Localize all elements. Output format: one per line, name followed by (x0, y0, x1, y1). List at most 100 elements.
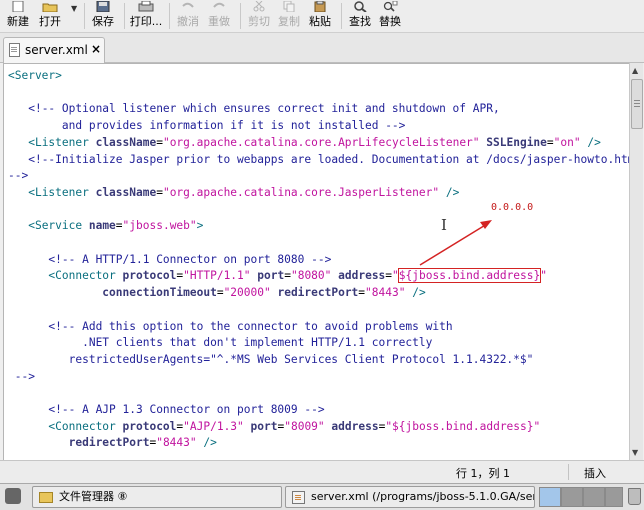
open-button[interactable]: 打开 (36, 0, 64, 32)
toolbar: 新建 打开 ▼ 保存 打印... 撤消 重做 剪切 复制 粘贴 查找 替换 (0, 0, 644, 33)
code-line-22-attr: protocol (122, 419, 177, 433)
print-label: 打印... (129, 15, 163, 28)
annotation-label: 0.0.0.0 (491, 202, 534, 213)
code-line-10-tag: <Service (28, 219, 89, 233)
text-editor[interactable]: <Server> <!-- Optional listener which en… (3, 63, 630, 461)
code-line-4: and provides information if it is not in… (28, 119, 406, 133)
vertical-scrollbar[interactable]: ▲ ▼ (629, 63, 643, 460)
folder-open-icon (42, 3, 58, 12)
code-line-3: <!-- Optional listener which ensures cor… (28, 102, 500, 116)
status-bar: 行 1，列 1 插入 (0, 460, 644, 483)
toolbar-separator (240, 3, 241, 29)
code-line-14-value: "8443" (365, 286, 406, 300)
code-line-22-value: "8009" (284, 419, 325, 433)
close-tab-icon[interactable]: × (91, 42, 101, 56)
save-button[interactable]: 保存 (89, 0, 117, 32)
workspace-4[interactable] (605, 487, 623, 507)
code-line-23-close: /> (203, 436, 217, 450)
code-line-8-close: /> (445, 185, 460, 199)
code-line-22-tag: <Connector (48, 419, 123, 433)
code-line-13-value: "8080" (290, 269, 332, 283)
toolbar-separator (341, 3, 342, 29)
redo-label: 重做 (208, 15, 230, 28)
code-line-14-attr: connectionTimeout (102, 286, 217, 300)
code-line-10-value: "jboss.web" (122, 219, 197, 233)
undo-icon (182, 2, 194, 8)
print-button[interactable]: 打印... (129, 0, 163, 32)
code-line-14-value: "20000" (223, 286, 271, 300)
code-line-22-attr: port (250, 419, 278, 433)
replace-button[interactable]: 替换 (377, 0, 403, 32)
scissors-icon (253, 1, 265, 12)
code-line-10-attr: name (88, 219, 116, 233)
code-line-22-value: "${jboss.bind.address}" (385, 419, 541, 433)
code-line-5-tag: <Listener (28, 135, 96, 149)
toolbar-separator (84, 3, 85, 29)
redo-button[interactable]: 重做 (206, 0, 232, 32)
undo-label: 撤消 (177, 15, 199, 28)
new-button[interactable]: 新建 (4, 0, 32, 32)
paste-label: 粘贴 (309, 15, 331, 28)
highlighted-bind-address: ${jboss.bind.address} (397, 268, 542, 284)
copy-icon (283, 1, 295, 12)
new-document-icon (12, 1, 24, 12)
status-divider (568, 464, 569, 480)
scrollbar-thumb[interactable] (631, 79, 643, 129)
code-line-23-attr: redirectPort (68, 436, 150, 450)
workspace-1[interactable] (539, 487, 561, 507)
taskbar-file-manager[interactable]: 文件管理器 ⑧ (32, 486, 282, 508)
code-line-12: <!-- A HTTP/1.1 Connector on port 8080 -… (48, 252, 332, 266)
new-label: 新建 (7, 15, 29, 28)
file-manager-label: 文件管理器 ⑧ (59, 490, 128, 503)
code-line-19: --> (14, 369, 35, 383)
code-line-6: <!--Initialize Jasper prior to webapps a… (28, 152, 630, 166)
scroll-up-icon[interactable]: ▲ (632, 66, 638, 75)
save-label: 保存 (92, 15, 114, 28)
code-line-13-quote: " (540, 269, 547, 283)
workspace-2[interactable] (561, 487, 583, 507)
code-line-10-close: > (196, 219, 204, 233)
taskbar: 文件管理器 ⑧ server.xml (/programs/jboss-5.1.… (0, 483, 644, 510)
scroll-down-icon[interactable]: ▼ (632, 448, 638, 457)
code-line-1: <Server> (8, 69, 62, 82)
text-file-icon (9, 43, 20, 57)
trash-icon[interactable] (628, 488, 641, 505)
copy-button[interactable]: 复制 (276, 0, 302, 32)
show-desktop-icon[interactable] (5, 488, 21, 504)
code-line-13-attr: address (338, 269, 386, 283)
tab-server-xml[interactable]: server.xml × (3, 37, 105, 63)
code-line-5-attr: SSLEngine (486, 135, 547, 149)
open-recent-dropdown-icon[interactable]: ▼ (71, 4, 77, 13)
paste-button[interactable]: 粘贴 (306, 0, 334, 32)
printer-icon (138, 1, 154, 12)
cursor-position: 行 1，列 1 (456, 467, 510, 480)
undo-button[interactable]: 撤消 (175, 0, 201, 32)
replace-label: 替换 (379, 15, 401, 28)
save-icon (96, 1, 110, 12)
code-line-17: .NET clients that don't implement HTTP/1… (48, 336, 433, 350)
tab-title: server.xml (25, 43, 88, 57)
taskbar-editor-window[interactable]: server.xml (/programs/jboss-5.1.0.GA/ser… (285, 486, 535, 508)
cut-button[interactable]: 剪切 (246, 0, 272, 32)
code-line-5-attr: className (95, 135, 157, 149)
code-line-21: <!-- A AJP 1.3 Connector on port 8009 --… (48, 403, 325, 417)
find-replace-icon (383, 1, 398, 12)
toolbar-separator (124, 3, 125, 29)
code-line-23-value: "8443" (156, 436, 197, 450)
code-line-5-value: "on" (553, 135, 581, 149)
code-line-7: --> (8, 169, 29, 183)
cut-label: 剪切 (248, 15, 270, 28)
text-cursor-icon: I (441, 216, 447, 234)
find-button[interactable]: 查找 (347, 0, 373, 32)
code-line-8-tag: <Listener (28, 185, 96, 199)
code-line-13-tag: <Connector (48, 269, 123, 283)
workspace-3[interactable] (583, 487, 605, 507)
clipboard-icon (314, 1, 326, 12)
code-line-13-attr: protocol (122, 269, 177, 283)
redo-icon (213, 2, 225, 8)
find-label: 查找 (349, 15, 371, 28)
code-content[interactable]: <Server> <!-- Optional listener which en… (8, 68, 630, 452)
folder-icon (39, 491, 53, 503)
code-line-13-quote: " (392, 269, 399, 283)
code-line-8-attr: className (95, 185, 157, 199)
